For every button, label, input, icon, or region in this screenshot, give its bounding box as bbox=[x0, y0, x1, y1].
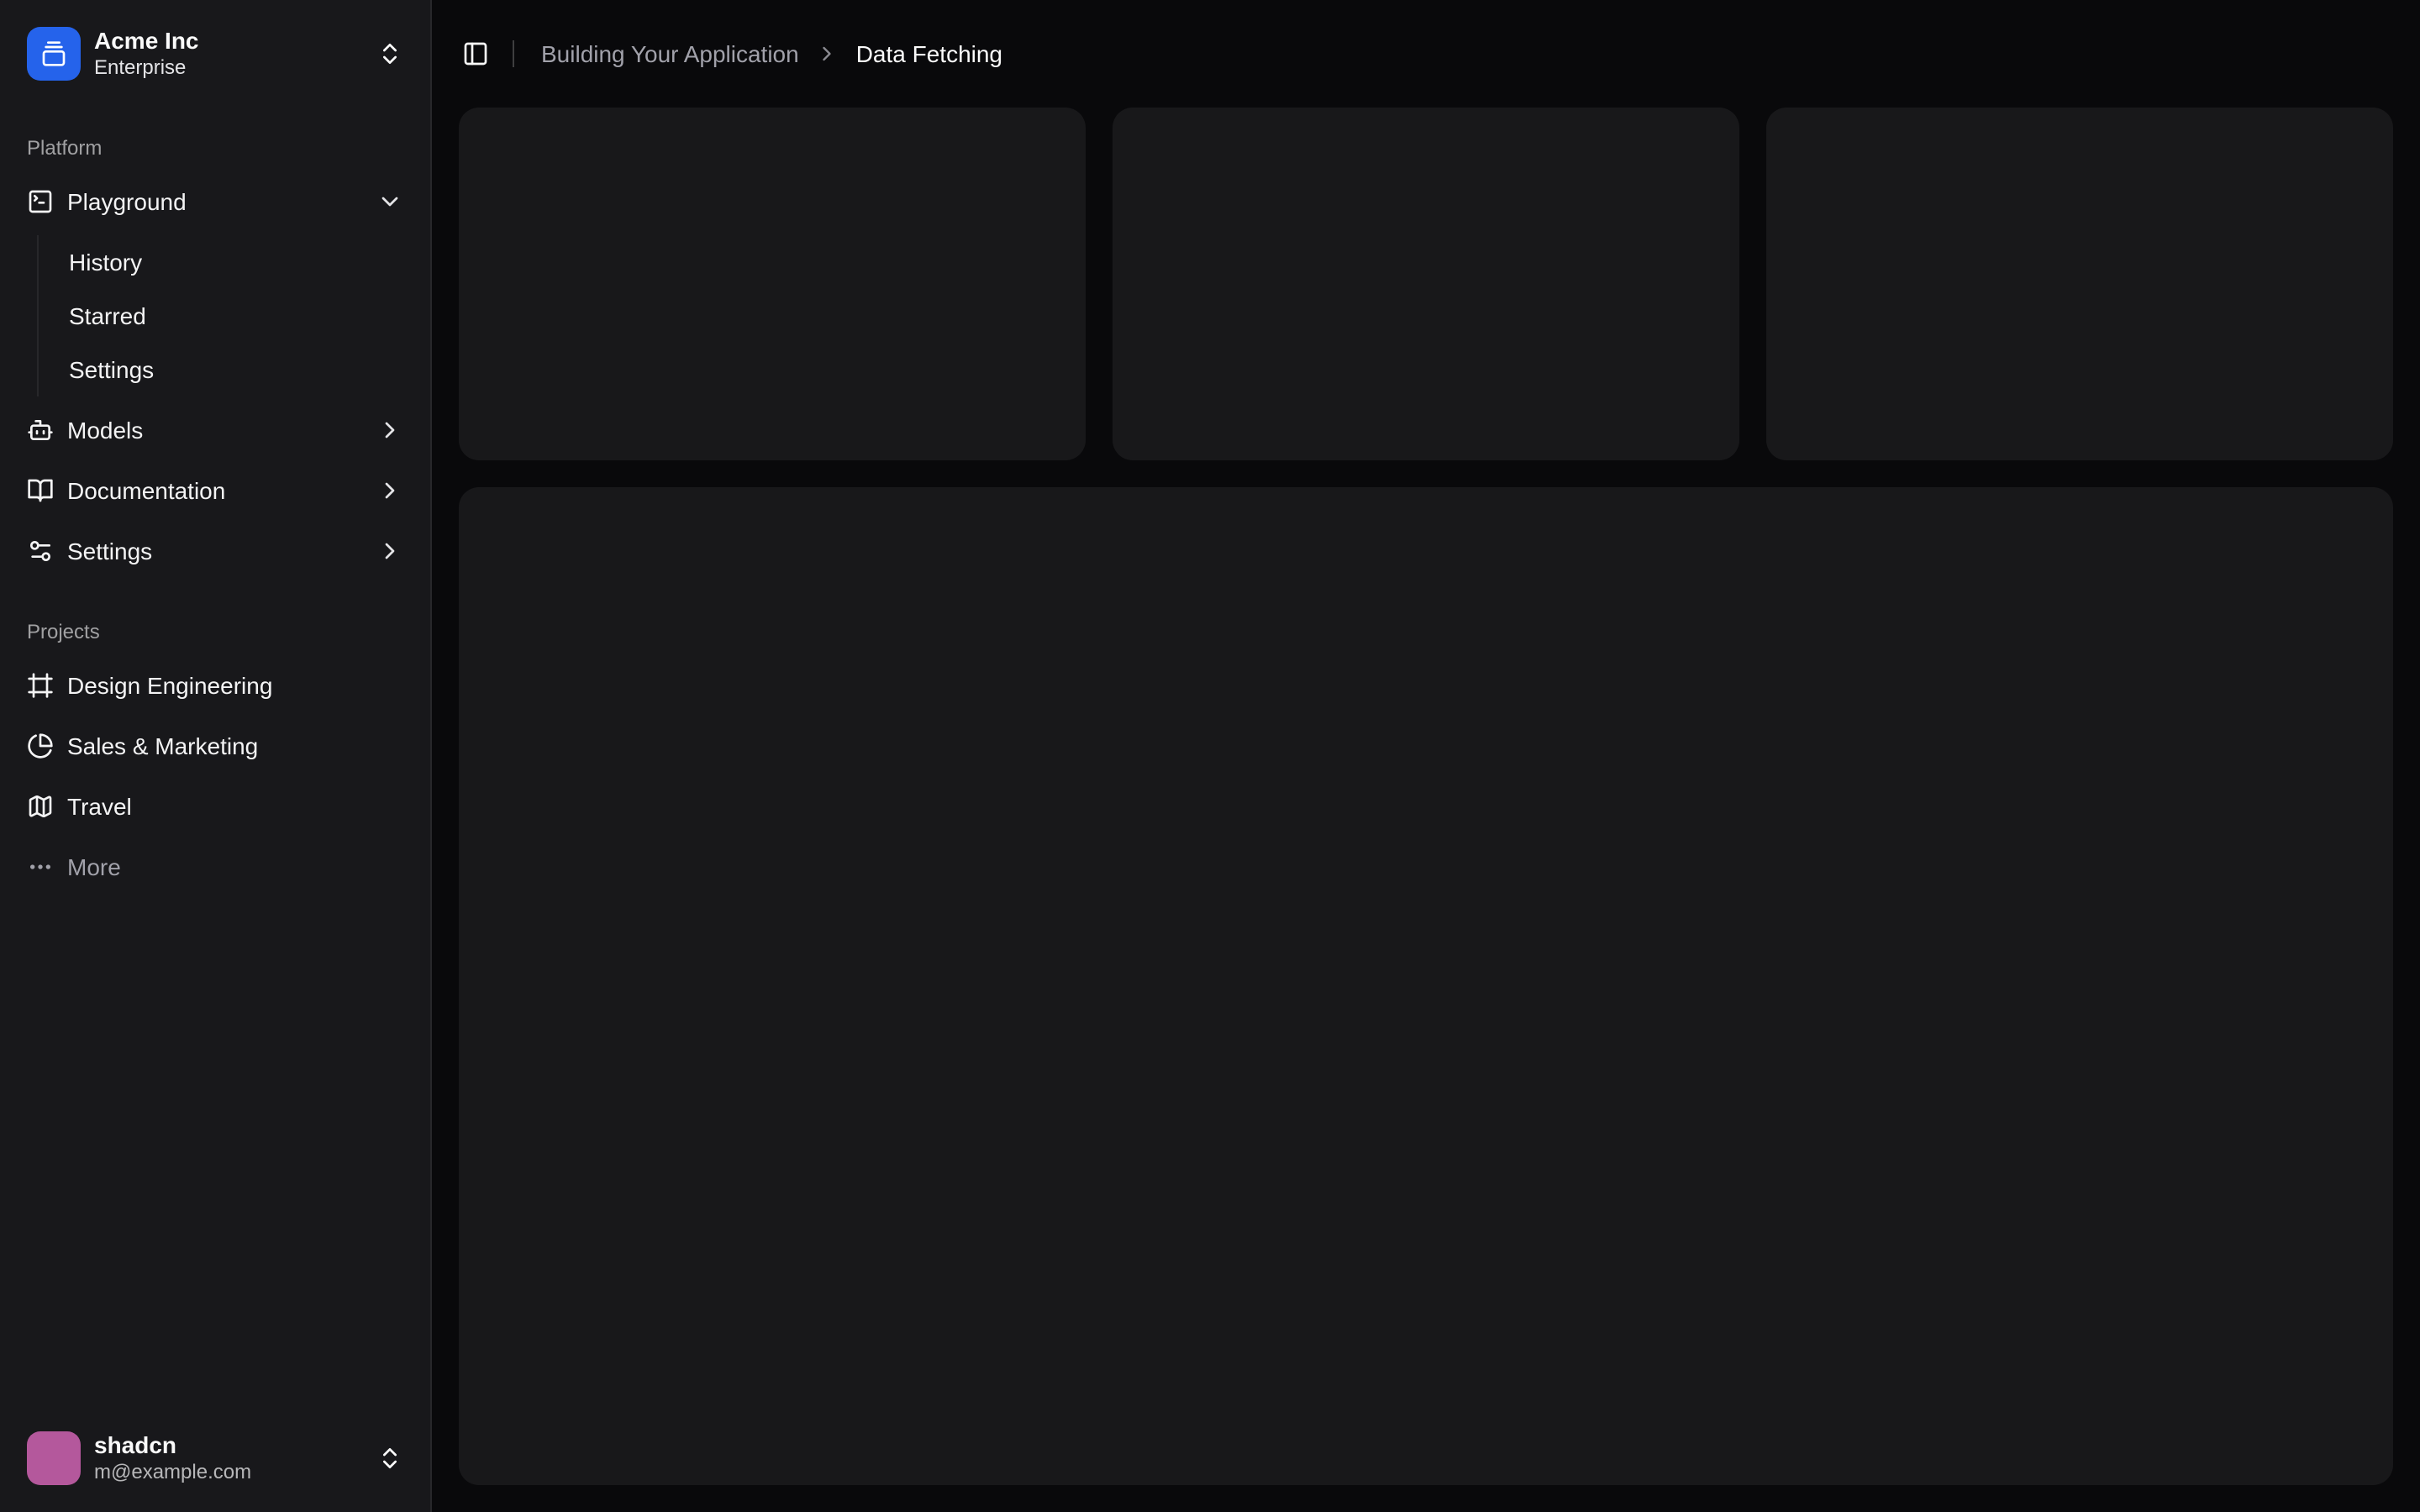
placeholder-card bbox=[1766, 108, 2393, 460]
chevron-down-icon bbox=[376, 188, 403, 215]
sliders-icon bbox=[27, 538, 54, 564]
placeholder-card bbox=[1113, 108, 1739, 460]
breadcrumb-current-page: Data Fetching bbox=[856, 40, 1002, 67]
panel-left-icon bbox=[462, 40, 489, 67]
sidebar-footer: shadcn m@example.com bbox=[0, 1404, 430, 1512]
platform-menu: Playground History Starred Settings bbox=[13, 175, 417, 578]
gallery-vertical-end-icon bbox=[40, 40, 67, 67]
placeholder-card bbox=[459, 108, 1086, 460]
sidebar-item-label: Documentation bbox=[67, 477, 225, 504]
page-header: Building Your Application Data Fetching bbox=[432, 0, 2420, 108]
sidebar-item-label: Travel bbox=[67, 793, 132, 820]
user-avatar bbox=[27, 1431, 81, 1485]
sidebar-subitem-history[interactable]: History bbox=[55, 239, 417, 286]
playground-submenu: History Starred Settings bbox=[37, 235, 417, 396]
bot-icon bbox=[27, 417, 54, 444]
team-name: Acme Inc bbox=[94, 28, 199, 56]
projects-menu: Design Engineering Sales & Marketing Tra… bbox=[13, 659, 417, 894]
user-name: shadcn bbox=[94, 1432, 251, 1461]
book-open-icon bbox=[27, 477, 54, 504]
chevron-right-icon bbox=[376, 538, 403, 564]
sidebar-item-sales-marketing[interactable]: Sales & Marketing bbox=[13, 719, 417, 773]
content-area bbox=[432, 108, 2420, 1512]
sidebar-item-label: Models bbox=[67, 417, 143, 444]
user-meta: shadcn m@example.com bbox=[94, 1432, 251, 1484]
map-icon bbox=[27, 793, 54, 820]
group-label-projects: Projects bbox=[13, 605, 417, 659]
chevrons-up-down-icon bbox=[376, 40, 403, 67]
sidebar-header: Acme Inc Enterprise bbox=[0, 0, 430, 108]
chevrons-up-down-icon bbox=[376, 1445, 403, 1472]
user-email: m@example.com bbox=[94, 1460, 251, 1484]
sidebar-item-models[interactable]: Models bbox=[13, 403, 417, 457]
nav-group-platform: Platform Playground History bbox=[0, 108, 430, 591]
chevron-right-icon bbox=[376, 417, 403, 444]
sidebar-item-documentation[interactable]: Documentation bbox=[13, 464, 417, 517]
app-window: Acme Inc Enterprise Platform Playground bbox=[0, 0, 2420, 1512]
sidebar-item-label: More bbox=[67, 853, 121, 880]
team-plan: Enterprise bbox=[94, 55, 199, 80]
sidebar-item-design-engineering[interactable]: Design Engineering bbox=[13, 659, 417, 712]
sidebar-item-label: Settings bbox=[67, 538, 152, 564]
sidebar: Acme Inc Enterprise Platform Playground bbox=[0, 0, 432, 1512]
team-logo bbox=[27, 27, 81, 81]
square-terminal-icon bbox=[27, 188, 54, 215]
sidebar-subitem-label: Starred bbox=[69, 302, 146, 329]
pie-chart-icon bbox=[27, 732, 54, 759]
sidebar-item-more[interactable]: More bbox=[13, 840, 417, 894]
breadcrumb-link[interactable]: Building Your Application bbox=[541, 40, 799, 67]
ellipsis-icon bbox=[27, 853, 54, 880]
frame-icon bbox=[27, 672, 54, 699]
sidebar-nav: Platform Playground History bbox=[0, 108, 430, 1404]
placeholder-panel bbox=[459, 487, 2393, 1485]
header-separator bbox=[513, 40, 514, 67]
group-label-platform: Platform bbox=[13, 121, 417, 175]
team-meta: Acme Inc Enterprise bbox=[94, 28, 199, 80]
breadcrumb: Building Your Application Data Fetching bbox=[541, 40, 1002, 67]
nav-group-projects: Projects Design Engineering Sales & Mark… bbox=[0, 591, 430, 907]
chevron-right-icon bbox=[816, 42, 839, 66]
sidebar-item-label: Design Engineering bbox=[67, 672, 272, 699]
sidebar-subitem-label: Settings bbox=[69, 356, 154, 383]
sidebar-item-label: Sales & Marketing bbox=[67, 732, 258, 759]
main-content: Building Your Application Data Fetching bbox=[432, 0, 2420, 1512]
user-menu-button[interactable]: shadcn m@example.com bbox=[13, 1418, 417, 1499]
team-switcher-button[interactable]: Acme Inc Enterprise bbox=[13, 13, 417, 94]
sidebar-item-settings[interactable]: Settings bbox=[13, 524, 417, 578]
sidebar-toggle-button[interactable] bbox=[452, 30, 499, 77]
sidebar-item-label: Playground bbox=[67, 188, 187, 215]
chevron-right-icon bbox=[376, 477, 403, 504]
sidebar-item-travel[interactable]: Travel bbox=[13, 780, 417, 833]
sidebar-subitem-starred[interactable]: Starred bbox=[55, 292, 417, 339]
sidebar-subitem-settings[interactable]: Settings bbox=[55, 346, 417, 393]
placeholder-card-grid bbox=[459, 108, 2393, 460]
sidebar-item-playground[interactable]: Playground bbox=[13, 175, 417, 228]
sidebar-subitem-label: History bbox=[69, 249, 142, 276]
